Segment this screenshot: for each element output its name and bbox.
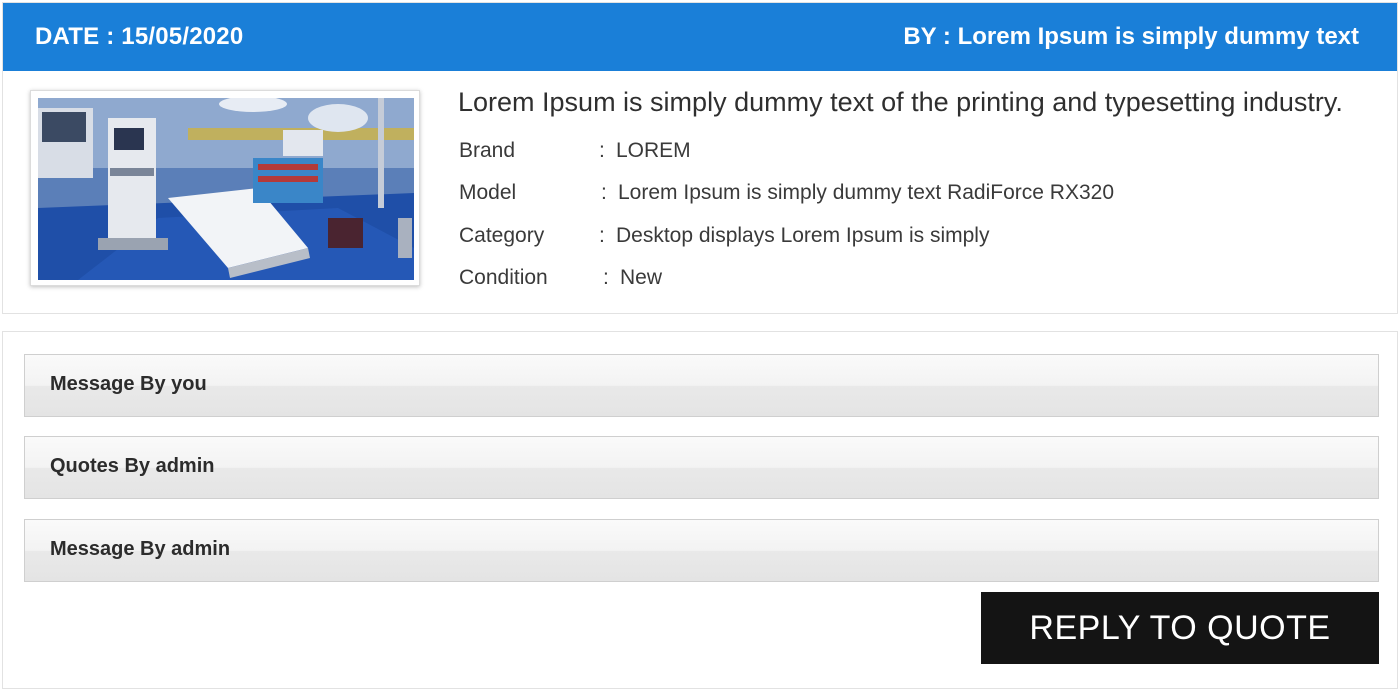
accordion-quotes-by-admin[interactable]: Quotes By admin	[24, 436, 1379, 499]
spec-key: Category	[459, 224, 545, 247]
product-title: Lorem Ipsum is simply dummy text of the …	[458, 87, 1343, 117]
quote-author: BY : Lorem Ipsum is simply dummy text	[903, 23, 1359, 50]
accordion-message-by-you[interactable]: Message By you	[24, 354, 1379, 417]
quote-messages-card: Message By you Quotes By admin Message B…	[2, 331, 1398, 689]
spec-key: Model	[459, 181, 517, 204]
spec-separator: :	[601, 181, 607, 204]
quote-date: DATE : 15/05/2020	[35, 23, 244, 50]
accordion-label: Quotes By admin	[50, 455, 215, 477]
spec-separator: :	[599, 139, 605, 162]
accordion-label: Message By you	[50, 373, 207, 395]
spec-key: Condition	[459, 266, 548, 289]
accordion-message-by-admin[interactable]: Message By admin	[24, 519, 1379, 582]
spec-value: LOREM	[616, 139, 691, 162]
product-image[interactable]	[30, 90, 420, 286]
spec-value: Lorem Ipsum is simply dummy text RadiFor…	[618, 181, 1114, 204]
quote-summary-card: DATE : 15/05/2020 BY : Lorem Ipsum is si…	[2, 2, 1398, 314]
spec-key: Brand	[459, 139, 516, 162]
spec-value: New	[620, 266, 663, 289]
spec-separator: :	[599, 224, 605, 247]
operating-room-photo	[38, 98, 414, 280]
spec-separator: :	[603, 266, 609, 289]
reply-to-quote-button[interactable]: REPLY TO QUOTE	[981, 592, 1379, 664]
accordion-label: Message By admin	[50, 538, 231, 560]
quote-header-bar: DATE : 15/05/2020 BY : Lorem Ipsum is si…	[3, 3, 1397, 71]
spec-value: Desktop displays Lorem Ipsum is simply	[616, 224, 990, 247]
